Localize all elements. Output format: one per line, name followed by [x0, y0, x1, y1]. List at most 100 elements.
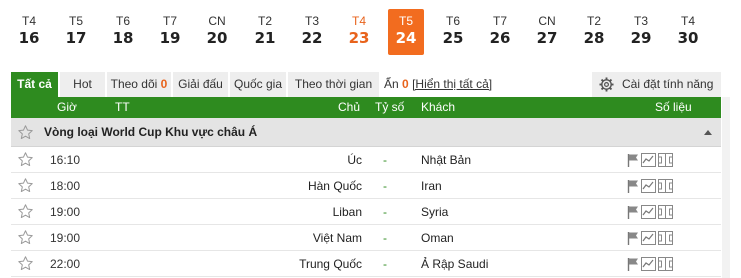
- date-item[interactable]: T2 21: [247, 9, 283, 55]
- date-weekday: T4: [351, 14, 366, 28]
- date-item[interactable]: T7 26: [482, 9, 518, 55]
- date-weekday: T4: [680, 14, 695, 28]
- show-all-link[interactable]: [Hiển thị tất cả]: [412, 77, 492, 91]
- match-score[interactable]: -: [383, 225, 387, 251]
- match-time: 22:00: [50, 257, 81, 271]
- match-score[interactable]: -: [383, 173, 387, 199]
- star-icon[interactable]: [17, 177, 34, 197]
- away-team[interactable]: Iran: [421, 173, 442, 199]
- date-day: 26: [489, 29, 511, 47]
- tab-country[interactable]: Quốc gia: [230, 72, 286, 97]
- date-item[interactable]: T2 28: [576, 9, 612, 55]
- date-item[interactable]: CN 20: [199, 9, 235, 55]
- star-icon[interactable]: [17, 229, 34, 249]
- settings-button[interactable]: Cài đặt tính năng: [592, 72, 721, 97]
- home-team[interactable]: Liban: [333, 199, 362, 225]
- tab-tournament[interactable]: Giải đấu: [173, 72, 228, 97]
- home-team[interactable]: Úc: [347, 147, 362, 173]
- date-weekday: T7: [162, 14, 177, 28]
- tab-following[interactable]: Theo dõi 0: [107, 72, 171, 97]
- line-chart-icon[interactable]: [641, 153, 656, 170]
- match-time: 18:00: [50, 179, 81, 193]
- tab-following-label: Theo dõi: [110, 77, 158, 91]
- col-status: TT: [115, 100, 130, 114]
- tab-all[interactable]: Tất cả: [11, 72, 58, 97]
- tab-hot[interactable]: Hot: [60, 72, 105, 97]
- scrollbar[interactable]: [722, 97, 730, 278]
- date-item[interactable]: T6 25: [435, 9, 471, 55]
- flag-icon[interactable]: [627, 257, 639, 274]
- stats-icons: [627, 257, 675, 271]
- stats-icons: [627, 205, 675, 219]
- home-team[interactable]: Hàn Quốc: [308, 173, 362, 199]
- tab-by-time[interactable]: Theo thời gian: [288, 72, 379, 97]
- date-item[interactable]: T4 16: [11, 9, 47, 55]
- flag-icon[interactable]: [627, 231, 639, 248]
- date-item[interactable]: T7 19: [152, 9, 188, 55]
- line-chart-icon[interactable]: [641, 231, 656, 248]
- stats-icons: [627, 231, 675, 245]
- home-team[interactable]: Việt Nam: [313, 225, 362, 251]
- date-item[interactable]: T5 17: [58, 9, 94, 55]
- date-strip: T4 16 T5 17 T6 18 T7 19 CN 20 T2 21 T3 22 T4 23 T5 24 T6 25…: [11, 9, 721, 55]
- match-time: 16:10: [50, 153, 81, 167]
- date-day: 25: [442, 29, 464, 47]
- match-score[interactable]: -: [383, 251, 387, 277]
- date-day: 24: [395, 29, 417, 47]
- date-item[interactable]: T4 23: [341, 9, 377, 55]
- date-day: 22: [301, 29, 323, 47]
- star-icon[interactable]: [17, 255, 34, 275]
- date-item[interactable]: T4 30: [670, 9, 706, 55]
- home-team[interactable]: Trung Quốc: [299, 251, 362, 277]
- following-count: 0: [160, 77, 168, 91]
- date-item[interactable]: T5 24: [388, 9, 424, 55]
- date-day: 23: [348, 29, 370, 47]
- away-team[interactable]: Syria: [421, 199, 448, 225]
- away-team[interactable]: Nhật Bản: [421, 147, 471, 173]
- pitch-icon[interactable]: [658, 179, 673, 196]
- match-row[interactable]: 16:10 Úc - Nhật Bản: [11, 147, 721, 173]
- flag-icon[interactable]: [627, 205, 639, 222]
- pitch-icon[interactable]: [658, 231, 673, 248]
- line-chart-icon[interactable]: [641, 179, 656, 196]
- date-weekday: T4: [21, 14, 36, 28]
- match-score[interactable]: -: [383, 147, 387, 173]
- stats-icons: [627, 153, 675, 167]
- star-icon[interactable]: [17, 124, 34, 141]
- pitch-icon[interactable]: [658, 257, 673, 274]
- match-row[interactable]: 22:00 Trung Quốc - Ả Rập Saudi: [11, 251, 721, 277]
- match-score[interactable]: -: [383, 199, 387, 225]
- caret-up-icon[interactable]: [704, 130, 712, 135]
- league-header[interactable]: Vòng loại World Cup Khu vực châu Á: [11, 118, 721, 147]
- star-icon[interactable]: [17, 203, 34, 223]
- hidden-count: 0: [402, 77, 409, 91]
- line-chart-icon[interactable]: [641, 205, 656, 222]
- match-row[interactable]: 19:00 Việt Nam - Oman: [11, 225, 721, 251]
- league-name: Vòng loại World Cup Khu vực châu Á: [44, 125, 258, 139]
- date-day: 19: [159, 29, 181, 47]
- date-weekday: T2: [257, 14, 272, 28]
- date-weekday: T6: [445, 14, 460, 28]
- away-team[interactable]: Oman: [421, 225, 454, 251]
- date-weekday: T5: [68, 14, 83, 28]
- date-weekday: T6: [115, 14, 130, 28]
- date-item[interactable]: T3 29: [623, 9, 659, 55]
- date-item[interactable]: T3 22: [294, 9, 330, 55]
- pitch-icon[interactable]: [658, 205, 673, 222]
- date-weekday: CN: [208, 14, 226, 28]
- match-row[interactable]: 19:00 Liban - Syria: [11, 199, 721, 225]
- date-day: 20: [206, 29, 228, 47]
- date-item[interactable]: T6 18: [105, 9, 141, 55]
- date-weekday: T2: [586, 14, 601, 28]
- date-day: 16: [18, 29, 40, 47]
- star-icon[interactable]: [17, 151, 34, 171]
- away-team[interactable]: Ả Rập Saudi: [421, 251, 488, 277]
- date-item[interactable]: CN 27: [529, 9, 565, 55]
- match-time: 19:00: [50, 205, 81, 219]
- flag-icon[interactable]: [627, 153, 639, 170]
- match-row[interactable]: 18:00 Hàn Quốc - Iran: [11, 173, 721, 199]
- flag-icon[interactable]: [627, 179, 639, 196]
- col-score: Tỷ số: [375, 100, 405, 114]
- pitch-icon[interactable]: [658, 153, 673, 170]
- line-chart-icon[interactable]: [641, 257, 656, 274]
